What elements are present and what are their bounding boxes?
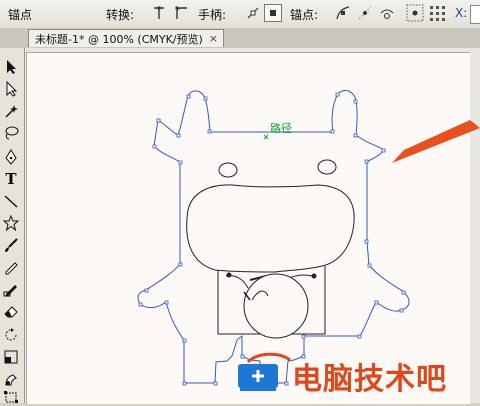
path-label: 路径 (270, 122, 292, 135)
right-eye (317, 159, 337, 175)
watermark-text: 电脑技术吧 (292, 362, 447, 397)
nose-circle (243, 273, 309, 339)
anchor-points (138, 92, 406, 386)
artwork-layer (137, 90, 480, 391)
annotation-arrow-icon (392, 120, 480, 163)
left-eye (218, 162, 238, 178)
cow-muzzle-path (186, 184, 355, 273)
watermark-logo-icon (238, 352, 291, 391)
